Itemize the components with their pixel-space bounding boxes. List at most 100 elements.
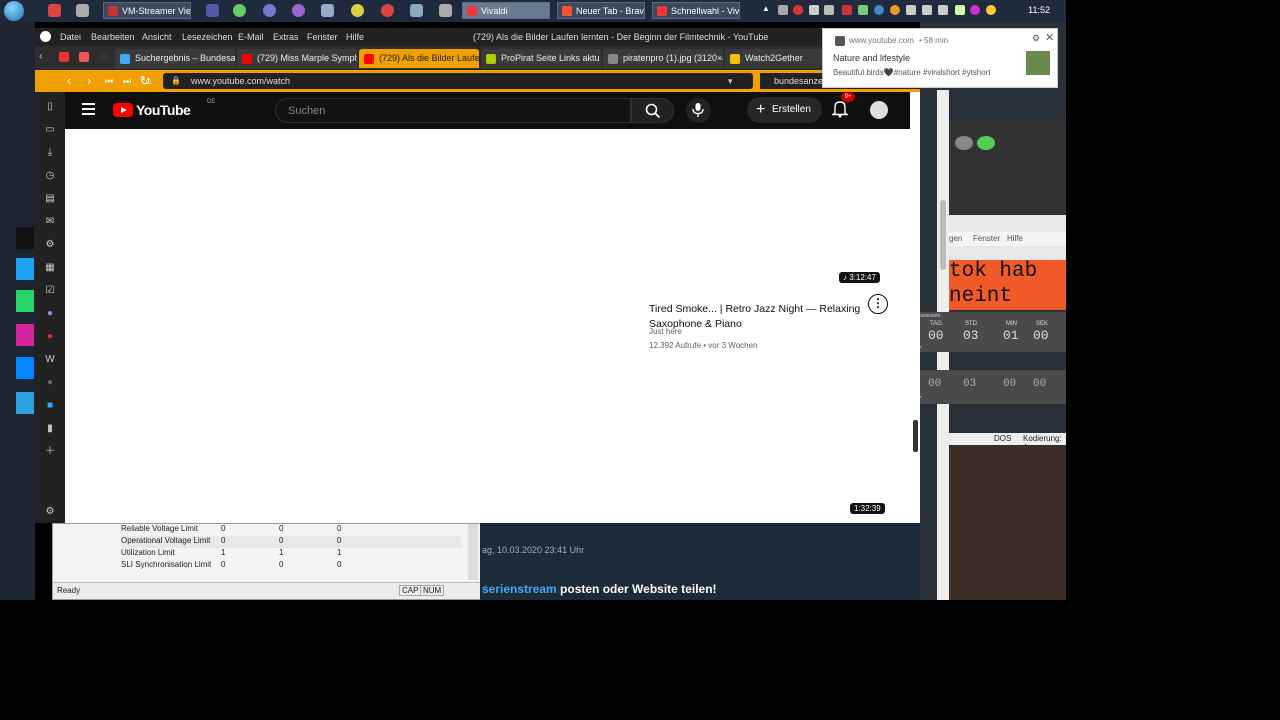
- clock[interactable]: 11:52: [1028, 5, 1050, 15]
- menu-item[interactable]: Hilfe: [1007, 234, 1023, 243]
- vivaldi-icon[interactable]: ●: [43, 330, 57, 344]
- url-field[interactable]: ⌂ 🔒 www.youtube.com/watch ▾: [145, 73, 753, 89]
- tray-icon[interactable]: [938, 5, 948, 15]
- voice-search-button[interactable]: [686, 98, 711, 123]
- app-icon[interactable]: [292, 4, 305, 17]
- app-icon[interactable]: [439, 4, 452, 17]
- messenger-icon[interactable]: [16, 357, 34, 379]
- wikipedia-icon[interactable]: W: [43, 353, 57, 367]
- taskbar-task[interactable]: Neuer Tab - Brave: [557, 2, 645, 19]
- menu-item[interactable]: gen: [949, 234, 962, 243]
- close-icon[interactable]: ✕: [1045, 31, 1054, 44]
- tray-icon[interactable]: [890, 5, 900, 15]
- tray-arrow-icon[interactable]: ▲: [762, 4, 770, 13]
- editor-text-area[interactable]: tok hab neint: [949, 260, 1066, 310]
- notification-popup[interactable]: www.youtube.com • 58 min ⚙ ✕ Nature and …: [822, 28, 1058, 88]
- vivaldi-menu-icon[interactable]: [40, 31, 51, 42]
- tray-icon[interactable]: [922, 5, 932, 15]
- file-icon[interactable]: ▮: [43, 422, 57, 436]
- toggle-icon[interactable]: [955, 136, 973, 150]
- reading-list-icon[interactable]: ▭: [43, 123, 57, 137]
- bookmark-icon[interactable]: ▾: [728, 73, 733, 89]
- home-icon[interactable]: ⌂: [145, 73, 152, 89]
- app-icon[interactable]: [410, 4, 423, 17]
- menu-item-bearbeiten[interactable]: Bearbeiten: [91, 32, 135, 42]
- tray-icon[interactable]: [793, 5, 803, 15]
- history-icon[interactable]: ◷: [43, 169, 57, 183]
- twitter-icon[interactable]: [16, 258, 34, 280]
- tray-icon[interactable]: [906, 5, 916, 15]
- web-panel-icon[interactable]: ■: [43, 399, 57, 413]
- notifications-button[interactable]: [830, 100, 850, 118]
- downloads-icon[interactable]: ⤓: [43, 146, 57, 160]
- pinned-tab[interactable]: [99, 52, 109, 62]
- app-icon[interactable]: [76, 4, 89, 17]
- menu-item-hilfe[interactable]: Hilfe: [346, 32, 364, 42]
- notes-icon[interactable]: ▤: [43, 192, 57, 206]
- avatar[interactable]: [870, 101, 888, 119]
- tab-scroll-left-icon[interactable]: ‹: [39, 51, 42, 62]
- tray-icon[interactable]: [842, 5, 852, 15]
- page-scroll-thumb[interactable]: [913, 420, 918, 452]
- menu-item-extras[interactable]: Extras: [273, 32, 299, 42]
- add-panel-icon[interactable]: ＋: [43, 445, 57, 459]
- menu-item[interactable]: Fenster: [973, 234, 1000, 243]
- forward-icon[interactable]: ›: [81, 73, 97, 89]
- tasks-icon[interactable]: ☑: [43, 284, 57, 298]
- tab[interactable]: (729) Miss Marple Sympho: [237, 49, 357, 68]
- pinned-tab[interactable]: [59, 52, 69, 62]
- start-button[interactable]: [4, 1, 24, 21]
- toggle-icon[interactable]: [977, 136, 995, 150]
- taskbar-task[interactable]: Vivaldi: [462, 2, 550, 19]
- web-panel-icon[interactable]: ●: [43, 376, 57, 390]
- back-icon[interactable]: ‹: [61, 73, 77, 89]
- scrollbar[interactable]: [468, 524, 478, 580]
- tab-active[interactable]: (729) Als die Bilder Laufen: [359, 49, 479, 68]
- instagram-icon[interactable]: [16, 324, 34, 346]
- calendar-icon[interactable]: ▦: [43, 261, 57, 275]
- menu-item-lesezeichen[interactable]: Lesezeichen: [182, 32, 233, 42]
- search-input[interactable]: Suchen: [275, 98, 631, 123]
- scroll-thumb[interactable]: [940, 200, 946, 270]
- channel-name[interactable]: Just here: [649, 327, 682, 336]
- feeds-icon[interactable]: ⚙: [43, 238, 57, 252]
- tray-icon[interactable]: [778, 5, 788, 15]
- tiktok-icon[interactable]: [16, 227, 34, 249]
- app-icon[interactable]: [233, 4, 246, 17]
- tab[interactable]: piratenpro (1).jpg (3120×4: [603, 49, 723, 68]
- mail-icon[interactable]: ✉: [43, 215, 57, 229]
- app-icon[interactable]: [321, 4, 334, 17]
- create-button[interactable]: + Erstellen: [747, 97, 822, 123]
- app-icon[interactable]: [381, 4, 394, 17]
- more-options-icon[interactable]: ⋮: [868, 294, 888, 314]
- pinned-tab[interactable]: [79, 52, 89, 62]
- bookmarks-icon[interactable]: ▯: [43, 100, 57, 114]
- mastodon-icon[interactable]: ●: [43, 307, 57, 321]
- youtube-logo-icon[interactable]: [113, 103, 133, 117]
- search-button[interactable]: [631, 98, 674, 123]
- tab[interactable]: ProPirat Seite Links aktu: [481, 49, 601, 68]
- post-link[interactable]: serienstream: [482, 582, 557, 596]
- tray-icon[interactable]: [970, 5, 980, 15]
- settings-icon[interactable]: ⚙: [1032, 33, 1040, 44]
- settings-icon[interactable]: ⚙: [43, 505, 57, 519]
- tray-icon[interactable]: [874, 5, 884, 15]
- tray-icon[interactable]: [824, 5, 834, 15]
- menu-item-email[interactable]: E-Mail: [238, 32, 264, 42]
- app-icon[interactable]: [351, 4, 364, 17]
- rewind-icon[interactable]: ⏮: [101, 73, 117, 89]
- app-icon[interactable]: [48, 4, 61, 17]
- menu-item-ansicht[interactable]: Ansicht: [142, 32, 172, 42]
- tab[interactable]: Suchergebnis – Bundesanze: [115, 49, 235, 68]
- fastforward-icon[interactable]: ⏭: [119, 73, 135, 89]
- app-icon[interactable]: [206, 4, 219, 17]
- telegram-icon[interactable]: [16, 392, 34, 414]
- tray-icon[interactable]: [986, 5, 996, 15]
- whatsapp-icon[interactable]: [16, 290, 34, 312]
- taskbar-task[interactable]: Schnellwahl - Viv...: [652, 2, 740, 19]
- youtube-logo-text[interactable]: YouTube: [136, 102, 191, 118]
- tray-icon[interactable]: [858, 5, 868, 15]
- taskbar-task[interactable]: VM-Streamer Vie...: [103, 2, 191, 19]
- tray-icon[interactable]: [809, 5, 819, 15]
- tray-icon[interactable]: [955, 5, 965, 15]
